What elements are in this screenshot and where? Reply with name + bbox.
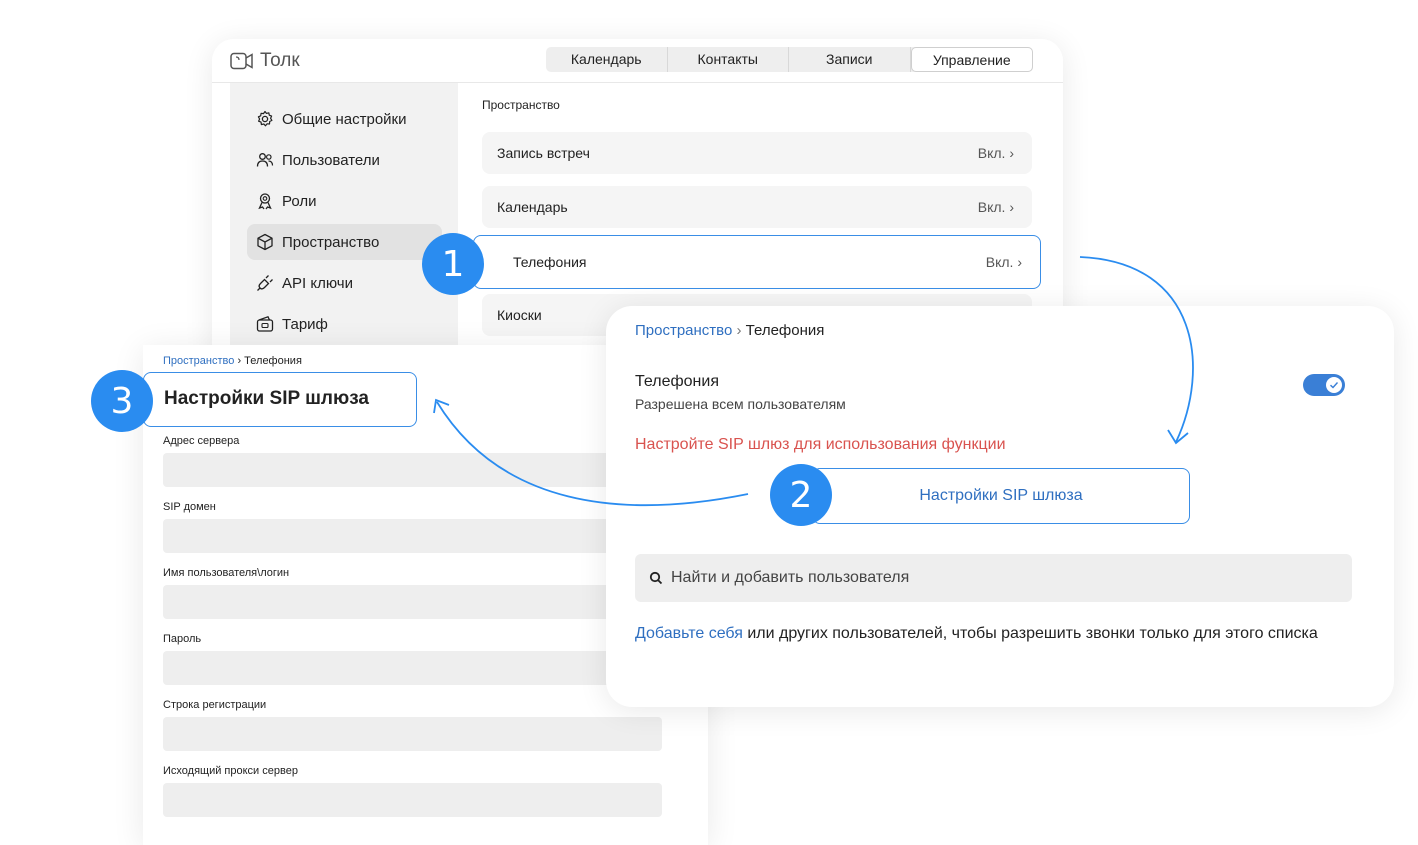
sidebar-item-general[interactable]: Общие настройки	[247, 101, 442, 137]
tab-records[interactable]: Записи	[789, 47, 911, 72]
chevron-right-icon: ›	[736, 322, 746, 339]
video-camera-icon	[230, 52, 253, 70]
sidebar-item-label: Тариф	[282, 315, 328, 333]
nav-tabs: Календарь Контакты Записи Управление	[546, 47, 1033, 72]
app-name: Толк	[260, 50, 300, 71]
sidebar-item-label: Пространство	[282, 233, 380, 251]
tab-management[interactable]: Управление	[910, 47, 1033, 72]
step-badge-3: 3	[91, 370, 153, 432]
step-badge-2: 2	[770, 464, 832, 526]
chevron-right-icon: ›	[1009, 145, 1014, 161]
sidebar-item-label: Общие настройки	[282, 110, 407, 128]
username-input[interactable]	[163, 585, 662, 619]
section-title: Пространство	[482, 98, 560, 112]
password-input[interactable]	[163, 651, 662, 685]
telephony-subtitle: Разрешена всем пользователям	[635, 396, 846, 412]
registration-string-input[interactable]	[163, 717, 662, 751]
roles-icon	[258, 193, 272, 210]
sidebar-item-label: Роли	[282, 192, 317, 210]
field-label: Строка регистрации	[163, 699, 267, 711]
tab-contacts[interactable]: Контакты	[668, 47, 789, 72]
sidebar-item-tariff[interactable]: Тариф	[247, 306, 442, 342]
breadcrumb-current: Телефония	[244, 355, 302, 367]
chevron-right-icon: ›	[1009, 199, 1014, 215]
breadcrumb-current: Телефония	[745, 322, 825, 339]
breadcrumb-link[interactable]: Пространство	[163, 355, 234, 367]
telephony-panel: Пространство › Телефония Телефония Разре…	[606, 306, 1394, 707]
row-value: Вкл. ›	[985, 254, 1022, 270]
toggle-knob	[1326, 377, 1342, 393]
user-search-input[interactable]: Найти и добавить пользователя	[635, 554, 1352, 602]
check-icon	[1330, 382, 1339, 389]
row-value: Вкл. ›	[977, 145, 1014, 161]
sidebar: Общие настройки Пользователи Роли Простр…	[230, 83, 458, 369]
sidebar-item-api-keys[interactable]: API ключи	[247, 265, 442, 301]
add-self-link[interactable]: Добавьте себя	[635, 625, 743, 642]
telephony-title: Телефония	[635, 373, 719, 390]
cube-icon	[257, 233, 273, 251]
row-label: Киоски	[497, 307, 542, 323]
sidebar-item-label: API ключи	[282, 274, 353, 292]
setting-row-telephony[interactable]: Телефония Вкл. ›	[473, 235, 1041, 289]
app-logo[interactable]: Толк	[230, 50, 300, 72]
server-address-input[interactable]	[163, 453, 662, 487]
field-label: Пароль	[163, 633, 202, 645]
field-label: Адрес сервера	[163, 435, 240, 447]
outbound-proxy-input[interactable]	[163, 783, 662, 817]
sidebar-item-users[interactable]: Пользователи	[247, 142, 442, 178]
sip-domain-input[interactable]	[163, 519, 662, 553]
warning-text: Настройте SIP шлюз для использования фун…	[635, 436, 1006, 453]
step-badge-1: 1	[422, 233, 484, 295]
setting-row-recording[interactable]: Запись встреч Вкл. ›	[482, 132, 1032, 174]
app-header: Толк Календарь Контакты Записи Управлени…	[212, 39, 1063, 83]
field-label: Имя пользователя\логин	[163, 567, 290, 579]
breadcrumb: Пространство › Телефония	[163, 355, 302, 367]
row-label: Календарь	[497, 199, 568, 215]
sidebar-item-space[interactable]: Пространство	[247, 224, 442, 260]
sidebar-item-label: Пользователи	[282, 151, 380, 169]
page-title: Настройки SIP шлюза	[164, 388, 369, 409]
tab-calendar[interactable]: Календарь	[546, 47, 668, 72]
row-label: Телефония	[513, 254, 587, 270]
search-placeholder: Найти и добавить пользователя	[671, 569, 910, 586]
row-label: Запись встреч	[497, 145, 590, 161]
field-label: Исходящий прокси сервер	[163, 765, 298, 777]
users-icon	[256, 153, 274, 167]
setting-row-calendar[interactable]: Календарь Вкл. ›	[482, 186, 1032, 228]
breadcrumb: Пространство › Телефония	[635, 322, 824, 339]
telephony-toggle[interactable]	[1303, 374, 1345, 396]
hint-rest: или других пользователей, чтобы разрешит…	[742, 625, 1318, 642]
sip-settings-button[interactable]: Настройки SIP шлюза	[812, 468, 1190, 524]
breadcrumb-link[interactable]: Пространство	[635, 322, 732, 339]
title-highlight: Настройки SIP шлюза	[143, 372, 417, 427]
search-icon	[649, 571, 663, 585]
hint-text: Добавьте себя или других пользователей, …	[635, 622, 1355, 645]
gear-icon	[257, 110, 273, 127]
plug-icon	[257, 275, 273, 291]
wallet-icon	[256, 315, 274, 332]
row-value: Вкл. ›	[977, 199, 1014, 215]
sidebar-item-roles[interactable]: Роли	[247, 183, 442, 219]
chevron-right-icon: ›	[1017, 254, 1022, 270]
field-label: SIP домен	[163, 501, 216, 513]
